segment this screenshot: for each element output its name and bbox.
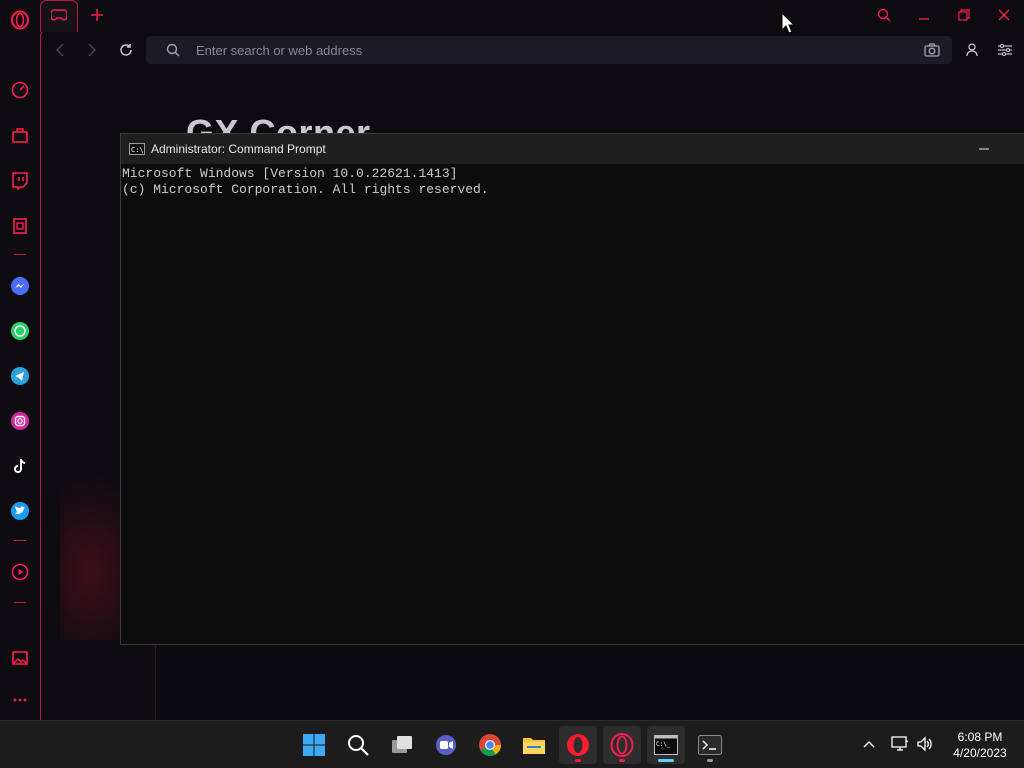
messenger-icon[interactable] <box>8 274 32 298</box>
file-explorer-button[interactable] <box>515 726 553 764</box>
content-panel <box>155 644 1024 720</box>
start-icon <box>303 734 325 756</box>
chevron-up-icon <box>863 741 875 748</box>
chrome-button[interactable] <box>471 726 509 764</box>
sidebar-separator <box>14 254 26 255</box>
opera-gx-logo-icon[interactable] <box>8 8 32 32</box>
svg-text:C:\: C:\ <box>131 146 144 154</box>
sidebar-separator <box>14 602 26 603</box>
close-button[interactable] <box>992 4 1016 26</box>
cmd-minimize-button[interactable] <box>973 138 995 160</box>
cmd-title: Administrator: Command Prompt <box>151 142 326 156</box>
opera-button[interactable] <box>559 726 597 764</box>
more-icon[interactable] <box>8 688 32 712</box>
opera-gx-button[interactable] <box>603 726 641 764</box>
chrome-icon <box>479 734 501 756</box>
browser-toolbar <box>40 32 1024 68</box>
gx-cleaner-icon[interactable] <box>8 214 32 238</box>
easy-setup-icon[interactable] <box>993 39 1017 61</box>
desktop: GX Corner C:\ Administrator: Command Pro… <box>0 0 1024 768</box>
command-prompt-button[interactable]: C:\_ <box>647 726 685 764</box>
command-prompt-icon: C:\_ <box>654 735 678 755</box>
search-icon <box>348 735 369 756</box>
teams-chat-button[interactable] <box>427 726 465 764</box>
taskbar: C:\_ 6:08 PM 4/20/2023 <box>0 720 1024 768</box>
telegram-icon[interactable] <box>8 364 32 388</box>
gamepad-icon <box>50 8 68 26</box>
task-view-icon <box>392 736 412 753</box>
task-view-button[interactable] <box>383 726 421 764</box>
file-explorer-icon <box>523 738 545 754</box>
gx-sidebar <box>0 0 40 720</box>
gx-control-icon[interactable] <box>8 78 32 102</box>
command-prompt-window[interactable]: C:\ Administrator: Command Prompt Micros… <box>120 133 1024 645</box>
running-indicator <box>707 759 713 762</box>
minimize-button[interactable] <box>912 4 936 26</box>
snapshot-gallery-icon[interactable] <box>8 646 32 670</box>
back-button[interactable] <box>48 39 72 61</box>
opera-gx-icon <box>610 733 634 757</box>
svg-text:C:\_: C:\_ <box>656 741 671 748</box>
gx-store-icon[interactable] <box>8 123 32 147</box>
clock-date: 4/20/2023 <box>953 746 1007 760</box>
search-icon <box>166 43 180 62</box>
cmd-titlebar[interactable]: C:\ Administrator: Command Prompt <box>121 134 1024 164</box>
start-button[interactable] <box>295 726 333 764</box>
forward-button[interactable] <box>80 39 104 61</box>
twitter-icon[interactable] <box>8 499 32 523</box>
reload-button[interactable] <box>114 39 138 61</box>
running-indicator <box>619 759 625 762</box>
cmd-output[interactable]: Microsoft Windows [Version 10.0.22621.14… <box>121 166 489 198</box>
whatsapp-icon[interactable] <box>8 319 32 343</box>
opera-icon <box>567 734 589 756</box>
twitch-icon[interactable] <box>8 168 32 192</box>
volume-icon[interactable] <box>914 733 936 755</box>
clock-time: 6:08 PM <box>957 730 1003 744</box>
account-icon[interactable] <box>960 39 984 61</box>
search-tabs-button[interactable] <box>872 4 896 26</box>
new-tab-button[interactable] <box>86 4 108 26</box>
system-clock[interactable]: 6:08 PM 4/20/2023 <box>944 729 1016 761</box>
tab-active[interactable] <box>40 0 78 32</box>
player-icon[interactable] <box>8 560 32 584</box>
running-indicator <box>575 759 581 762</box>
network-icon[interactable] <box>889 733 911 755</box>
restore-button[interactable] <box>952 4 976 26</box>
sidebar-separator <box>14 540 26 541</box>
active-indicator <box>658 759 674 762</box>
show-hidden-icons-button[interactable] <box>858 733 880 755</box>
instagram-icon[interactable] <box>8 409 32 433</box>
teams-chat-icon <box>436 735 456 755</box>
terminal-button[interactable] <box>691 726 729 764</box>
cmd-window-icon: C:\ <box>129 143 145 155</box>
taskbar-search-button[interactable] <box>339 726 377 764</box>
tab-strip <box>40 0 1024 32</box>
terminal-icon <box>698 735 722 755</box>
tiktok-icon[interactable] <box>8 454 32 478</box>
camera-icon[interactable] <box>924 43 940 62</box>
address-bar[interactable] <box>146 36 952 64</box>
mouse-cursor-icon <box>781 11 796 34</box>
address-input[interactable] <box>196 36 856 64</box>
